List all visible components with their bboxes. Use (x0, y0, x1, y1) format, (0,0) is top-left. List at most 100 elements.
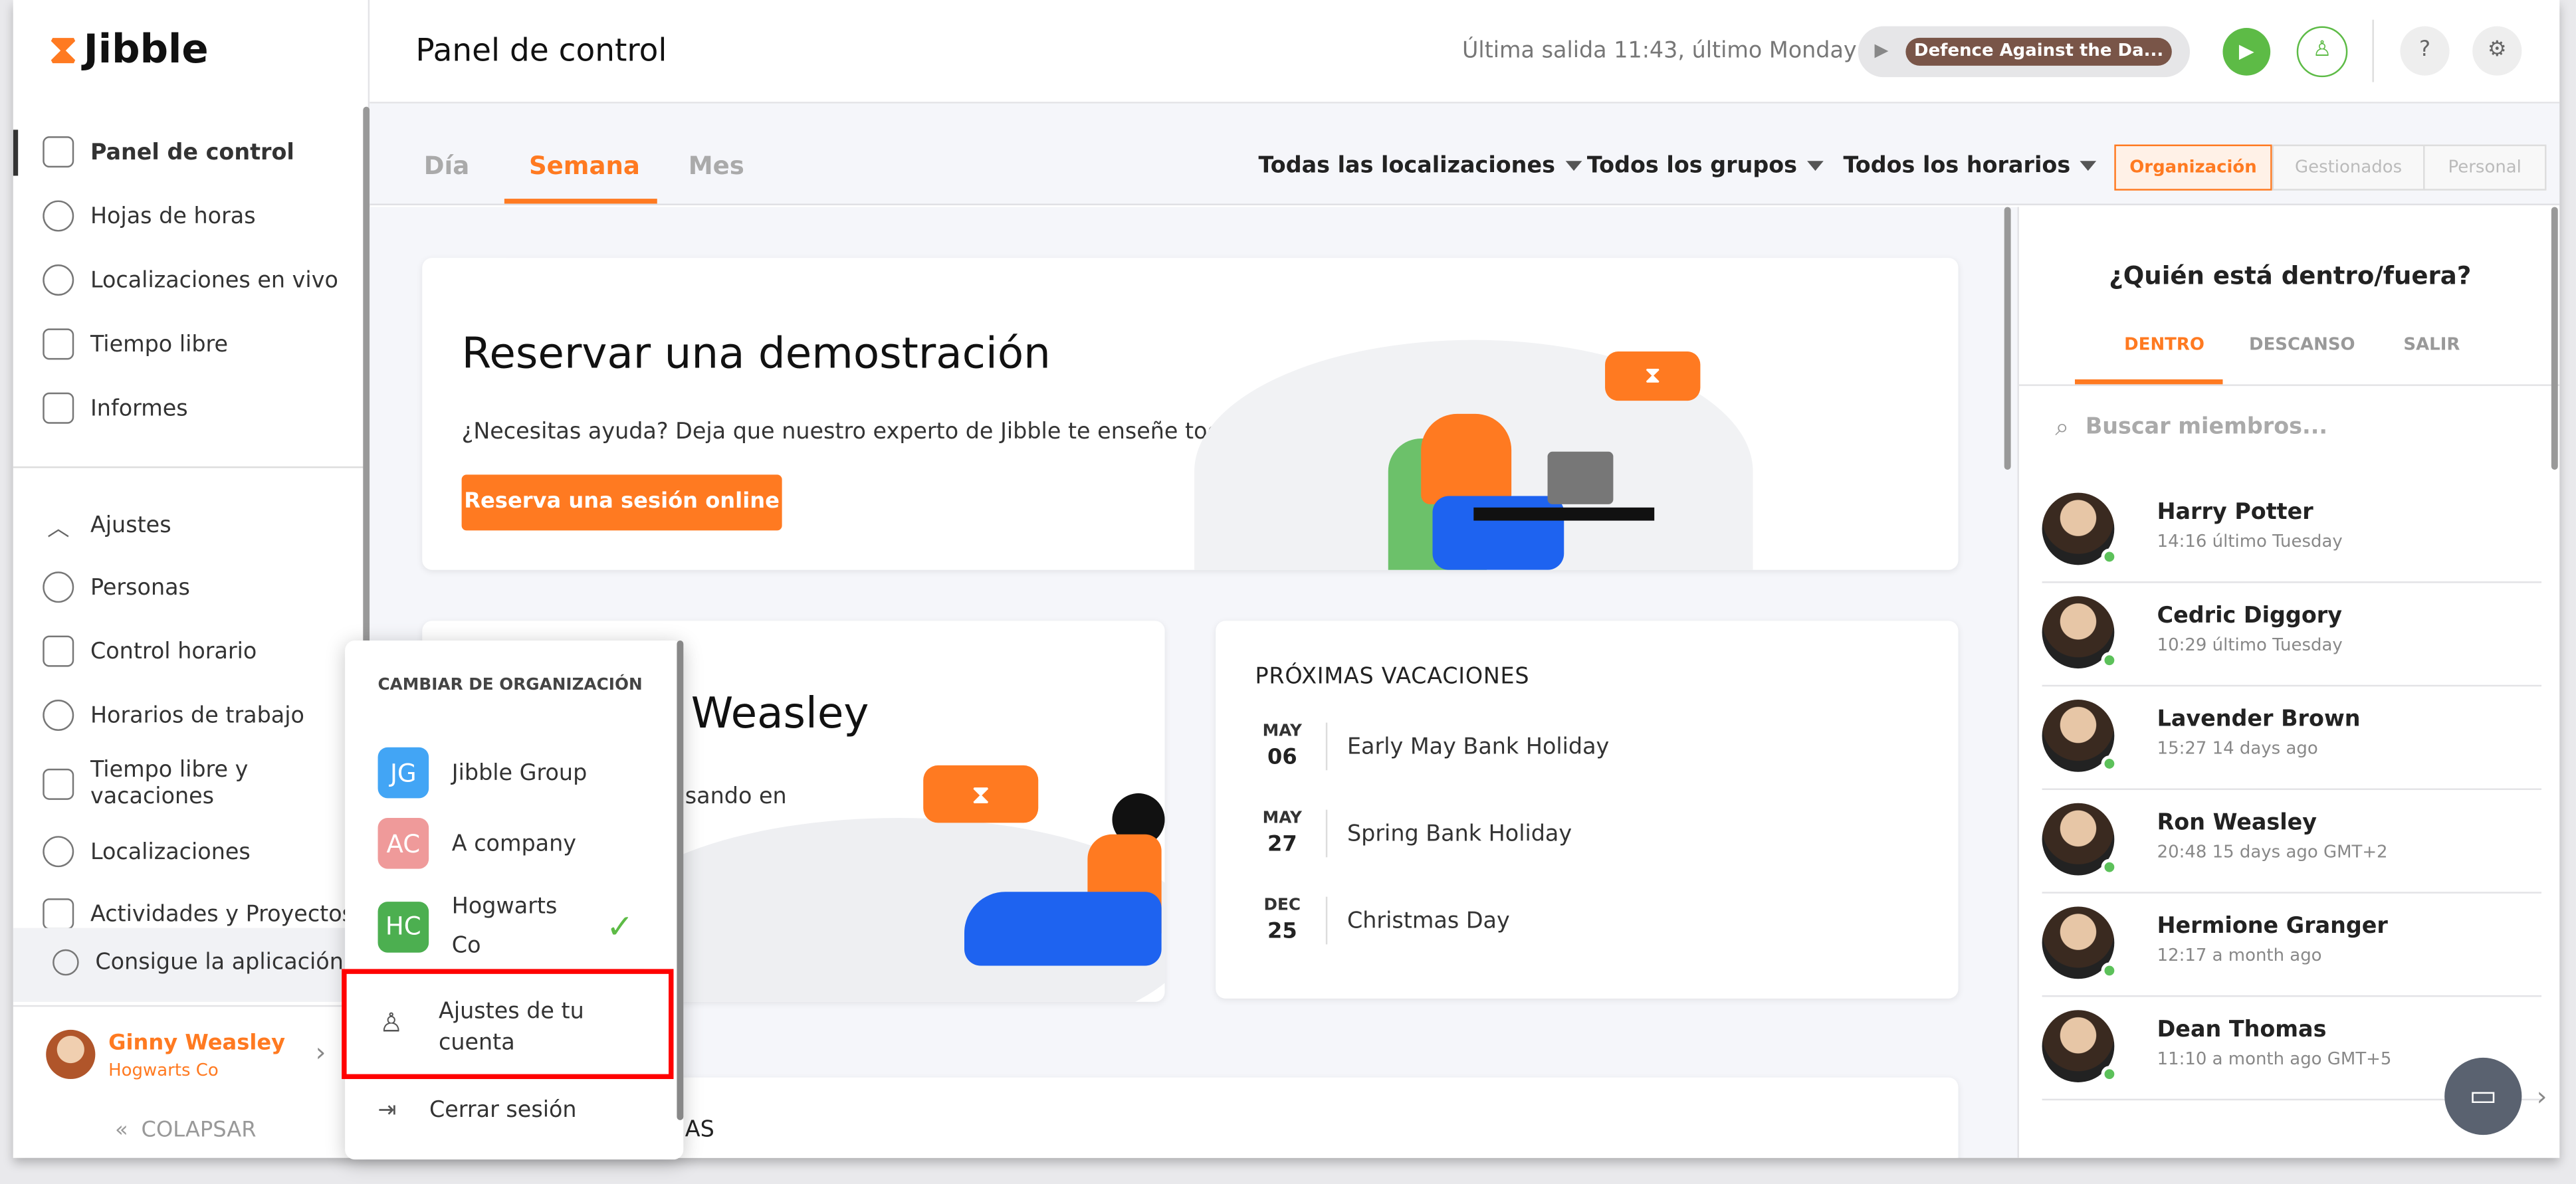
holiday-name: Early May Bank Holiday (1346, 733, 1610, 760)
sidebar-item-time-tracking[interactable]: Control horario (43, 635, 257, 667)
holiday-item: DEC 25 Christmas Day (1255, 896, 1510, 945)
groups-filter[interactable]: Todos los grupos (1587, 153, 1824, 179)
member-row[interactable]: Harry Potter 14:16 último Tuesday (2042, 480, 2542, 583)
tab-break[interactable]: DESCANSO (2249, 335, 2355, 355)
sidebar-item-settings[interactable]: ︿ Ajustes (43, 509, 171, 542)
sidebar-item-activities[interactable]: Actividades y Proyectos (43, 898, 354, 930)
sidebar-item-people[interactable]: Personas (43, 571, 190, 603)
org-badge: JG (377, 747, 429, 799)
menu-heading: CAMBIAR DE ORGANIZACIÓN (377, 676, 643, 695)
holiday-item: MAY 06 Early May Bank Holiday (1255, 722, 1610, 771)
help-button[interactable]: ? (2400, 26, 2450, 76)
search-icon: ⌕ (2055, 412, 2070, 442)
user-org: Hogwarts Co (108, 1060, 219, 1081)
member-row[interactable]: Cedric Diggory 10:29 último Tuesday (2042, 583, 2542, 687)
tab-month[interactable]: Mes (689, 151, 744, 180)
chevron-right-icon[interactable]: › (2537, 1081, 2547, 1112)
collapse-button[interactable]: « COLAPSAR (115, 1118, 257, 1143)
get-app-link[interactable]: Consigue la aplicación (53, 949, 344, 976)
sidebar-item-reports[interactable]: Informes (43, 392, 188, 424)
clock-in-button[interactable]: ▶ (2222, 28, 2271, 76)
label: Consigue la aplicación (95, 949, 344, 976)
org-item-hogwarts-co[interactable]: HC Hogwarts Co ✓ (377, 887, 657, 966)
search-input[interactable]: Buscar miembros... (2086, 414, 2327, 441)
member-row[interactable]: Hermione Granger 12:17 a month ago (2042, 894, 2542, 997)
active-indicator (13, 130, 19, 176)
online-status (2101, 1066, 2118, 1082)
sidebar-item-timesheets[interactable]: Hojas de horas (43, 200, 256, 232)
chevron-up-icon: ︿ (47, 516, 70, 542)
chevron-right-icon: › (315, 1036, 326, 1068)
chat-button[interactable]: ▭ (2444, 1057, 2522, 1135)
org-item-a-company[interactable]: AC A company (377, 818, 577, 869)
label: Todos los grupos (1586, 152, 1798, 179)
org-name: Jibble Group (451, 759, 588, 786)
activity-selector[interactable]: ▶ Defence Against the Da... (1858, 26, 2191, 78)
label: Tiempo libre y vacaciones (90, 757, 249, 810)
logout-icon: ⇥ (377, 1097, 397, 1124)
month: DEC (1263, 896, 1301, 915)
day: 06 (1267, 745, 1297, 771)
tab-underline (2075, 379, 2223, 385)
label: Localizaciones en vivo (90, 266, 338, 294)
gear-people-icon: ⚙ (2487, 37, 2507, 62)
clock-in-member-button[interactable]: ♙ (2296, 26, 2348, 78)
settings-button[interactable]: ⚙ (2472, 26, 2522, 76)
sidebar-item-time-off-holidays[interactable]: Tiempo libre y vacaciones (43, 757, 289, 810)
header: Panel de control Última salida 11:43, úl… (370, 0, 2560, 104)
scope-personal[interactable]: Personal (2423, 144, 2547, 191)
account-settings-item[interactable]: ♙ Ajustes de tu cuenta (342, 969, 674, 1080)
user-name: Ginny Weasley (108, 1031, 286, 1056)
member-search[interactable]: ⌕ Buscar miembros... (2055, 407, 2531, 446)
time-tracking-icon (43, 635, 74, 667)
member-time: 15:27 14 days ago (2157, 739, 2318, 759)
user-profile[interactable]: Ginny Weasley Hogwarts Co › (13, 1005, 370, 1097)
map-pin-icon (43, 264, 74, 296)
month: MAY (1262, 809, 1302, 828)
holiday-name: Spring Bank Holiday (1346, 820, 1572, 847)
demo-text: ¿Necesitas ayuda? Deja que nuestro exper… (461, 419, 1242, 445)
member-row[interactable]: Lavender Brown 15:27 14 days ago (2042, 686, 2542, 790)
question-icon: ? (2418, 37, 2431, 62)
book-demo-button[interactable]: Reserva una sesión online (461, 474, 782, 531)
member-time: 14:16 último Tuesday (2157, 532, 2343, 552)
scope-managed[interactable]: Gestionados (2272, 144, 2425, 191)
main-scrollbar[interactable] (2004, 207, 2011, 470)
account-settings-label: Ajustes de tu cuenta (438, 998, 584, 1056)
online-status (2101, 962, 2118, 979)
tab-week[interactable]: Semana (529, 151, 640, 180)
org-item-jibble-group[interactable]: JG Jibble Group (377, 747, 588, 799)
schedule-icon (43, 700, 74, 731)
sidebar-item-dashboard[interactable]: Panel de control (43, 136, 294, 168)
sidebar-item-live-locations[interactable]: Localizaciones en vivo (43, 264, 338, 296)
laptop-illustration (1547, 451, 1614, 504)
logout-item[interactable]: ⇥ Cerrar sesión (378, 1097, 577, 1124)
play-icon: ▶ (2238, 39, 2254, 62)
tab-out[interactable]: SALIR (2403, 335, 2460, 355)
sidebar-item-locations[interactable]: Localizaciones (43, 836, 251, 868)
who-is-in-panel: ¿Quién está dentro/fuera? DENTRO DESCANS… (2017, 207, 2560, 1158)
clock-icon (43, 200, 74, 232)
menu-scrollbar[interactable] (677, 641, 684, 1120)
member-row[interactable]: Ron Weasley 20:48 15 days ago GMT+2 (2042, 790, 2542, 894)
sidebar-item-time-off[interactable]: Tiempo libre (43, 328, 228, 360)
sidebar-item-work-schedules[interactable]: Horarios de trabajo (43, 700, 304, 731)
label: Ajustes (90, 512, 171, 539)
schedules-filter[interactable]: Todos los horarios (1843, 153, 2097, 179)
tab-in[interactable]: DENTRO (2124, 335, 2204, 355)
panel-scrollbar[interactable] (2551, 207, 2558, 470)
divider (2018, 384, 2560, 386)
chat-icon: ▭ (2469, 1079, 2498, 1114)
caret-down-icon (1564, 161, 1582, 171)
org-name: A company (451, 830, 577, 857)
locations-filter[interactable]: Todas las localizaciones (1258, 153, 1582, 179)
demo-card: Reservar una demostración ¿Necesitas ayu… (422, 258, 1959, 570)
legs-illustration (964, 892, 1162, 966)
holiday-name: Christmas Day (1346, 907, 1510, 934)
welcome-title: y Weasley (652, 690, 869, 740)
download-icon (53, 949, 79, 976)
scope-organization[interactable]: Organización (2114, 144, 2272, 191)
tab-day[interactable]: Día (424, 151, 470, 180)
label: Informes (90, 395, 188, 422)
online-status (2101, 755, 2118, 772)
